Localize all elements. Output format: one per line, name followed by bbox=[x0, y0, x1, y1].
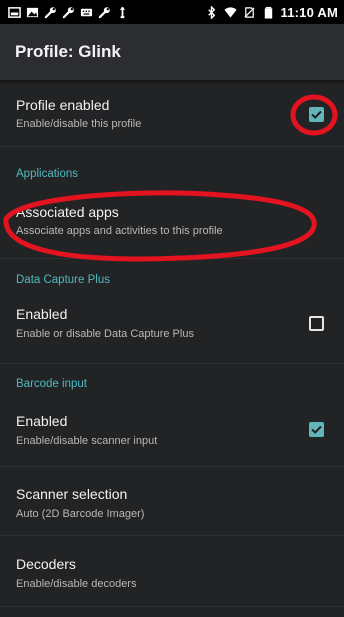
profile-enabled-checkbox[interactable] bbox=[309, 107, 324, 122]
category-data-capture-plus: Data Capture Plus bbox=[16, 274, 110, 286]
page-title: Profile: Glink bbox=[15, 42, 121, 61]
wrench-icon bbox=[98, 6, 110, 18]
wrench-icon bbox=[62, 6, 74, 18]
keyboard-icon bbox=[80, 8, 93, 16]
divider bbox=[0, 606, 344, 607]
pref-title: Enabled bbox=[16, 306, 68, 322]
dcp-enabled-checkbox[interactable] bbox=[309, 316, 324, 331]
pref-title: Scanner selection bbox=[16, 486, 128, 502]
photo-icon bbox=[26, 7, 39, 17]
app-bar: Profile: Glink bbox=[0, 24, 344, 80]
pref-summary: Auto (2D Barcode Imager) bbox=[16, 508, 145, 520]
pref-title: Associated apps bbox=[16, 204, 119, 220]
screen: 11:10 AM Profile: Glink Profile enabled … bbox=[0, 0, 344, 617]
barcode-enabled-checkbox[interactable] bbox=[309, 422, 324, 437]
clock: 11:10 AM bbox=[280, 4, 338, 20]
battery-icon bbox=[264, 6, 272, 19]
pref-summary: Enable or disable Data Capture Plus bbox=[16, 328, 194, 340]
associated-apps-item[interactable]: Associated apps Associate apps and activ… bbox=[0, 187, 344, 243]
wifi-icon bbox=[223, 6, 237, 18]
status-bar: 11:10 AM bbox=[0, 0, 344, 24]
pref-title: Enabled bbox=[16, 413, 68, 429]
image-icon bbox=[8, 6, 21, 18]
scanner-selection-item[interactable]: Scanner selection Auto (2D Barcode Image… bbox=[0, 468, 344, 534]
decoders-item[interactable]: Decoders Enable/disable decoders bbox=[0, 538, 344, 604]
usb-icon bbox=[119, 6, 126, 18]
divider bbox=[0, 258, 344, 259]
category-applications: Applications bbox=[16, 168, 79, 180]
notification-icons bbox=[8, 0, 129, 24]
divider bbox=[0, 535, 344, 536]
pref-summary: Enable/disable scanner input bbox=[16, 435, 158, 447]
pref-summary: Enable/disable decoders bbox=[16, 578, 137, 590]
bluetooth-icon bbox=[207, 5, 215, 19]
system-icons: 11:10 AM bbox=[205, 0, 338, 24]
pref-title: Profile enabled bbox=[16, 97, 110, 113]
divider bbox=[0, 363, 344, 364]
wrench-icon bbox=[44, 6, 56, 18]
divider bbox=[0, 466, 344, 467]
profile-enabled-item[interactable]: Profile enabled Enable/disable this prof… bbox=[0, 80, 344, 146]
divider bbox=[0, 146, 344, 147]
pref-summary: Enable/disable this profile bbox=[16, 118, 142, 130]
category-barcode-input: Barcode input bbox=[16, 378, 87, 390]
pref-summary: Associate apps and activities to this pr… bbox=[16, 225, 223, 237]
barcode-enabled-item[interactable]: Enabled Enable/disable scanner input bbox=[0, 398, 344, 458]
pref-title: Decoders bbox=[16, 556, 76, 572]
no-sim-icon bbox=[243, 6, 255, 18]
dcp-enabled-item[interactable]: Enabled Enable or disable Data Capture P… bbox=[0, 292, 344, 352]
